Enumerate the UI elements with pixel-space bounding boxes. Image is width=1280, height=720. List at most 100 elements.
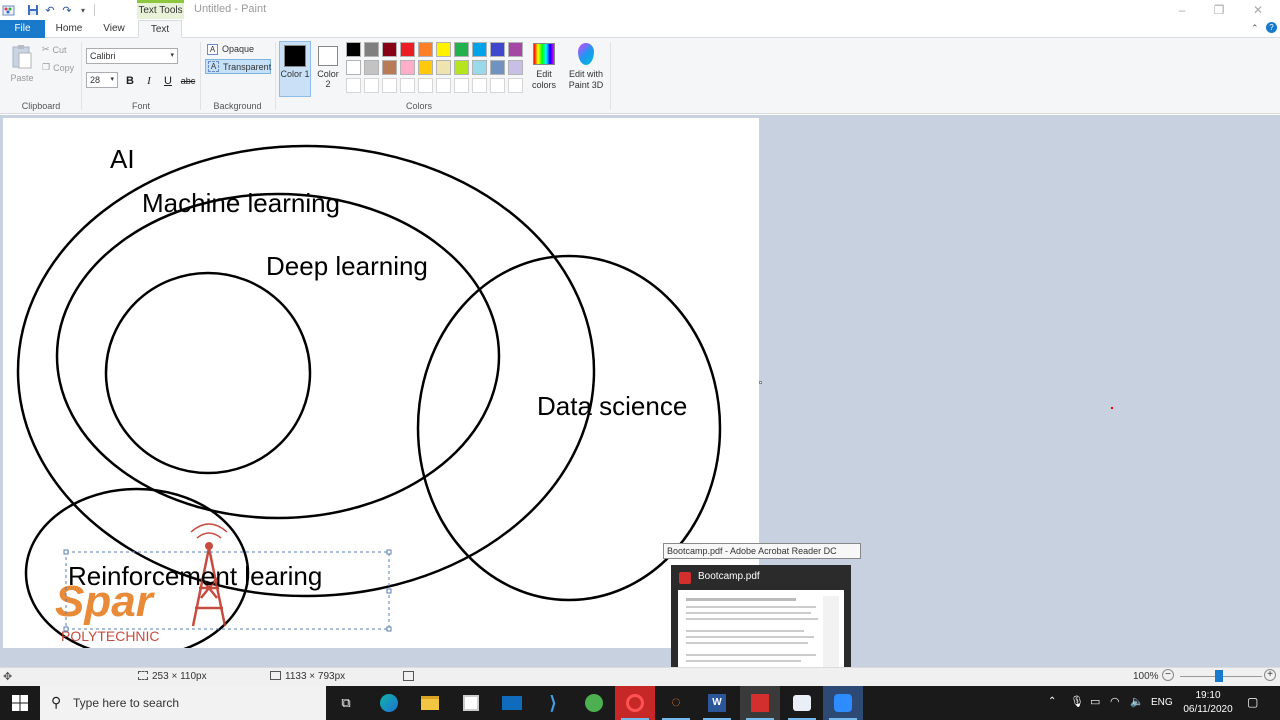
undo-icon[interactable]: ↶ xyxy=(43,3,57,17)
color-swatch[interactable] xyxy=(400,78,415,93)
color-swatch[interactable] xyxy=(346,78,361,93)
search-box[interactable]: ⚲ Type here to search xyxy=(40,686,326,720)
paste-button[interactable]: Paste xyxy=(8,44,36,83)
zoom-slider-thumb[interactable] xyxy=(1215,670,1223,682)
transparent-option[interactable]: A Transparent xyxy=(205,59,271,74)
zoom-out-button[interactable]: − xyxy=(1162,669,1174,681)
language-indicator[interactable]: ENG xyxy=(1151,697,1173,708)
color-swatch[interactable] xyxy=(454,60,469,75)
chevron-up-icon[interactable]: ⌃ xyxy=(1048,696,1056,707)
chevron-down-icon: ▾ xyxy=(170,52,174,59)
color-swatch[interactable] xyxy=(418,78,433,93)
redo-icon[interactable]: ↷ xyxy=(60,3,74,17)
microphone-icon[interactable]: 🎙 xyxy=(1070,695,1084,708)
tab-file[interactable]: File xyxy=(0,20,45,38)
color-swatch[interactable] xyxy=(472,60,487,75)
chrome-icon[interactable] xyxy=(574,686,614,720)
color-swatch[interactable] xyxy=(346,42,361,57)
file-explorer-icon[interactable] xyxy=(410,686,450,720)
transparent-label: Transparent xyxy=(223,62,272,72)
color-swatch[interactable] xyxy=(436,42,451,57)
save-icon[interactable] xyxy=(26,3,40,17)
opera-icon[interactable] xyxy=(615,686,655,720)
deep-learning-circle xyxy=(104,271,312,475)
color-swatch[interactable] xyxy=(472,78,487,93)
drawing-canvas[interactable]: Spar POLYTECHNIC AI Machine learning Dee… xyxy=(3,118,759,648)
color-swatch[interactable] xyxy=(454,42,469,57)
close-button[interactable]: ✕ xyxy=(1250,2,1266,18)
task-view-icon[interactable]: ⧉ xyxy=(326,686,366,720)
color-swatch[interactable] xyxy=(382,42,397,57)
battery-icon[interactable]: ▭ xyxy=(1090,695,1100,708)
color-swatch[interactable] xyxy=(508,42,523,57)
maximize-button[interactable]: ❐ xyxy=(1211,2,1227,18)
color-2-label: Color 2 xyxy=(317,69,339,89)
canvas-resize-handle[interactable] xyxy=(759,381,762,384)
vscode-icon[interactable]: ⟩ xyxy=(533,686,573,720)
color-swatch[interactable] xyxy=(382,78,397,93)
strikethrough-button[interactable]: abc xyxy=(179,74,197,88)
color-swatch[interactable] xyxy=(346,60,361,75)
color-swatch[interactable] xyxy=(454,78,469,93)
color-swatch[interactable] xyxy=(508,60,523,75)
font-size-select[interactable]: 28 ▾ xyxy=(86,72,118,88)
color-swatch[interactable] xyxy=(418,42,433,57)
customize-quick-access-icon[interactable]: ▾ xyxy=(76,3,90,17)
wifi-icon[interactable]: ◠ xyxy=(1110,695,1120,708)
minimize-button[interactable]: – xyxy=(1174,2,1190,18)
jupyter-icon[interactable]: ◌ xyxy=(656,686,696,720)
preview-title: Bootcamp.pdf xyxy=(698,571,760,582)
color-swatch[interactable] xyxy=(400,42,415,57)
store-icon[interactable] xyxy=(451,686,491,720)
zoom-in-button[interactable]: + xyxy=(1264,669,1276,681)
color-2-button[interactable]: Color 2 xyxy=(314,41,342,97)
color-swatch[interactable] xyxy=(364,78,379,93)
title-bar: ↶ ↷ ▾ Text Tools Untitled - Paint – ❐ ✕ xyxy=(0,0,1280,20)
resize-handle[interactable] xyxy=(63,549,69,555)
opaque-option[interactable]: A Opaque xyxy=(205,42,271,57)
clock[interactable]: 19:10 06/11/2020 xyxy=(1180,689,1236,717)
color-swatch[interactable] xyxy=(436,78,451,93)
bold-button[interactable]: B xyxy=(123,74,137,88)
notification-icon[interactable]: ▢ xyxy=(1247,695,1258,709)
zoom-icon[interactable] xyxy=(823,686,863,720)
cut-button[interactable]: ✂ Cut xyxy=(42,44,67,55)
color-swatch[interactable] xyxy=(418,60,433,75)
italic-button[interactable]: I xyxy=(142,74,156,88)
color-swatch[interactable] xyxy=(490,60,505,75)
deep-learning-label: Deep learning xyxy=(266,251,428,281)
start-button[interactable] xyxy=(0,686,40,720)
underline-button[interactable]: U xyxy=(161,74,175,88)
color-swatch[interactable] xyxy=(364,60,379,75)
tab-view[interactable]: View xyxy=(94,20,134,38)
edit-colors-button[interactable]: Edit colors xyxy=(527,42,561,91)
resize-handle[interactable] xyxy=(386,588,392,594)
edge-icon[interactable] xyxy=(369,686,409,720)
opaque-label: Opaque xyxy=(222,44,255,54)
color-swatch[interactable] xyxy=(382,60,397,75)
scissors-icon: ✂ xyxy=(42,44,50,54)
tab-text[interactable]: Text xyxy=(138,20,182,38)
tab-home[interactable]: Home xyxy=(48,20,90,38)
resize-handle[interactable] xyxy=(386,626,392,632)
paint-icon[interactable] xyxy=(782,686,822,720)
collapse-ribbon-icon[interactable]: ⌃ xyxy=(1251,23,1259,34)
color-swatch[interactable] xyxy=(490,78,505,93)
font-family-select[interactable]: Calibri ▾ xyxy=(86,48,178,64)
copy-button[interactable]: ❐ Copy xyxy=(42,62,74,73)
help-icon[interactable]: ? xyxy=(1266,22,1277,33)
color-swatch[interactable] xyxy=(490,42,505,57)
edit-paint3d-button[interactable]: Edit with Paint 3D xyxy=(566,42,606,91)
resize-handle[interactable] xyxy=(63,626,69,632)
color-swatch[interactable] xyxy=(472,42,487,57)
color-swatch[interactable] xyxy=(508,78,523,93)
color-swatch[interactable] xyxy=(400,60,415,75)
acrobat-icon[interactable] xyxy=(740,686,780,720)
color-swatch[interactable] xyxy=(436,60,451,75)
resize-handle[interactable] xyxy=(386,549,392,555)
color-swatch[interactable] xyxy=(364,42,379,57)
volume-icon[interactable]: 🔈 xyxy=(1130,695,1144,708)
mail-icon[interactable] xyxy=(492,686,532,720)
word-icon[interactable]: W xyxy=(697,686,737,720)
color-1-button[interactable]: Color 1 xyxy=(279,41,311,97)
